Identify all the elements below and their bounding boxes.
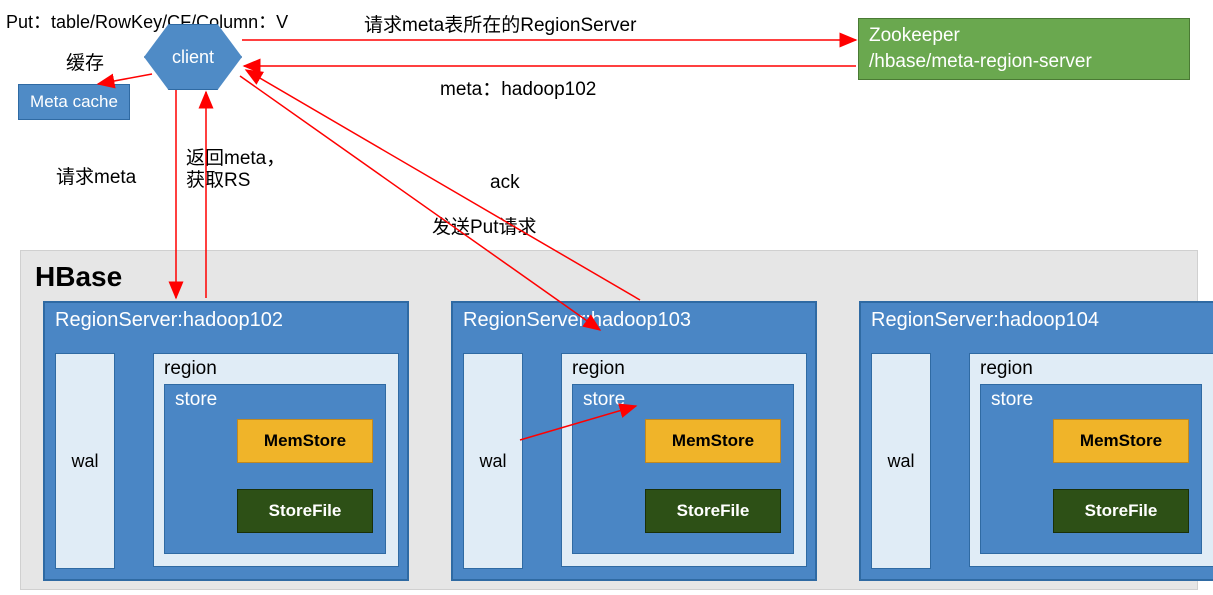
return-meta-line1: 返回meta， — [186, 148, 285, 169]
zookeeper-line1: Zookeeper — [869, 23, 1179, 49]
store-label: store — [583, 389, 625, 410]
return-meta-label: 返回meta， 获取RS — [186, 148, 285, 192]
store-label: store — [175, 389, 217, 410]
cache-label: 缓存 — [66, 48, 104, 75]
send-put-label: 发送Put请求 — [432, 212, 537, 239]
region-server-title: RegionServer:hadoop104 — [871, 309, 1099, 331]
region-server-hadoop102: RegionServer:hadoop102 wal region store … — [43, 301, 409, 581]
region-server-hadoop104: RegionServer:hadoop104 wal region store … — [859, 301, 1213, 581]
request-zookeeper-label: 请求meta表所在的RegionServer — [364, 10, 636, 37]
meta-cache-node: Meta cache — [18, 84, 130, 120]
hbase-container: HBase RegionServer:hadoop102 wal region … — [20, 250, 1198, 590]
return-meta-line2: 获取RS — [186, 170, 250, 191]
region-box: region store MemStore StoreFile — [561, 353, 807, 567]
memstore-box: MemStore — [237, 419, 373, 463]
region-server-title: RegionServer:hadoop103 — [463, 309, 691, 331]
memstore-box: MemStore — [645, 419, 781, 463]
request-meta-label: 请求meta — [56, 162, 136, 189]
diagram-canvas: Put：table/RowKey/CF/Column：V 缓存 请求meta 返… — [0, 0, 1213, 595]
hbase-title: HBase — [35, 261, 122, 293]
put-command-text: Put：table/RowKey/CF/Column：V — [6, 8, 288, 34]
wal-box: wal — [463, 353, 523, 569]
storefile-box: StoreFile — [645, 489, 781, 533]
ack-label: ack — [490, 172, 520, 194]
region-label: region — [572, 358, 625, 379]
region-server-title: RegionServer:hadoop102 — [55, 309, 283, 331]
region-server-hadoop103: RegionServer:hadoop103 wal region store … — [451, 301, 817, 581]
region-box: region store MemStore StoreFile — [969, 353, 1213, 567]
meta-hadoop-label: meta：hadoop102 — [440, 74, 596, 101]
store-label: store — [991, 389, 1033, 410]
memstore-box: MemStore — [1053, 419, 1189, 463]
store-box: store MemStore StoreFile — [980, 384, 1202, 554]
region-box: region store MemStore StoreFile — [153, 353, 399, 567]
storefile-box: StoreFile — [1053, 489, 1189, 533]
wal-box: wal — [55, 353, 115, 569]
store-box: store MemStore StoreFile — [164, 384, 386, 554]
storefile-box: StoreFile — [237, 489, 373, 533]
store-box: store MemStore StoreFile — [572, 384, 794, 554]
wal-box: wal — [871, 353, 931, 569]
region-label: region — [980, 358, 1033, 379]
zookeeper-line2: /hbase/meta-region-server — [869, 49, 1179, 75]
zookeeper-node: Zookeeper /hbase/meta-region-server — [858, 18, 1190, 80]
region-label: region — [164, 358, 217, 379]
